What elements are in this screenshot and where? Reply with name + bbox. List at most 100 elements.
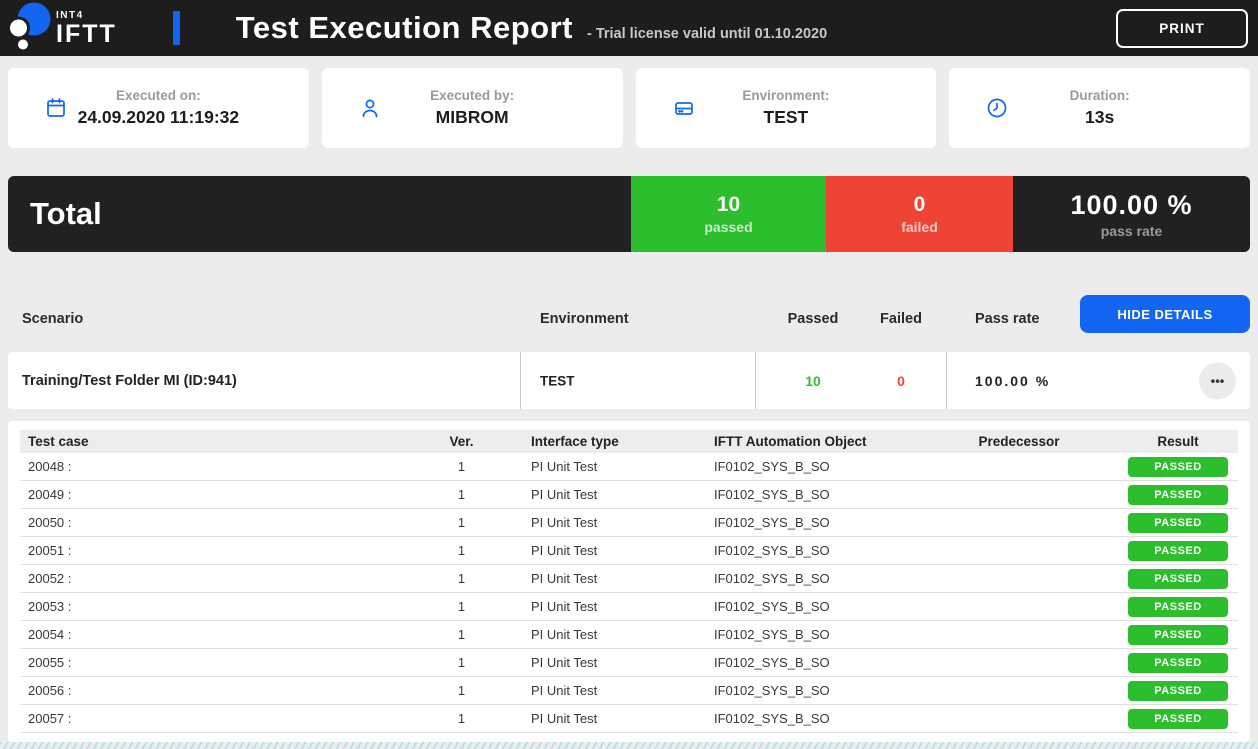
automation-object-cell: IF0102_SYS_B_SO (706, 683, 920, 698)
table-row[interactable]: 20056 : 1 PI Unit Test IF0102_SYS_B_SO P… (20, 677, 1238, 705)
result-column-header: Result (1118, 434, 1238, 449)
environment-card: Environment: TEST (636, 68, 937, 148)
table-row[interactable]: 20052 : 1 PI Unit Test IF0102_SYS_B_SO P… (20, 565, 1238, 593)
environment-column-label: Environment (540, 311, 629, 327)
result-badge: PASSED (1128, 485, 1227, 505)
ver-cell: 1 (420, 655, 503, 670)
total-failed-value: 0 (914, 193, 926, 217)
column-divider (520, 352, 521, 409)
server-icon (672, 96, 696, 120)
table-row[interactable]: 20050 : 1 PI Unit Test IF0102_SYS_B_SO P… (20, 509, 1238, 537)
int4-iftt-logo: INT4 IFTT (8, 1, 117, 56)
pass-rate-column-label: Pass rate (975, 311, 1040, 327)
ver-cell: 1 (420, 543, 503, 558)
test-case-cell: 20056 : (20, 683, 420, 698)
ver-cell: 1 (420, 599, 503, 614)
page-break-hatch (0, 742, 1258, 749)
table-row[interactable]: 20048 : 1 PI Unit Test IF0102_SYS_B_SO P… (20, 453, 1238, 481)
scenario-pass-rate: 100.00 % (975, 373, 1050, 389)
license-note: - Trial license valid until 01.10.2020 (587, 26, 827, 42)
clock-icon (985, 96, 1009, 120)
interface-type-cell: PI Unit Test (503, 599, 706, 614)
interface-type-cell: PI Unit Test (503, 711, 706, 726)
test-case-cell: 20048 : (20, 459, 420, 474)
table-row[interactable]: 20049 : 1 PI Unit Test IF0102_SYS_B_SO P… (20, 481, 1238, 509)
total-pass-rate-value: 100.00 % (1070, 190, 1192, 221)
duration-card: Duration: 13s (949, 68, 1250, 148)
passed-column-label: Passed (780, 311, 846, 327)
column-divider (755, 352, 756, 409)
ver-column-header: Ver. (420, 434, 503, 449)
interface-type-cell: PI Unit Test (503, 459, 706, 474)
interface-type-cell: PI Unit Test (503, 655, 706, 670)
test-case-cell: 20057 : (20, 711, 420, 726)
app-header: INT4 IFTT Test Execution Report - Trial … (0, 0, 1258, 56)
result-badge: PASSED (1128, 513, 1227, 533)
total-passed-segment: 10 passed (631, 176, 826, 252)
automation-object-cell: IF0102_SYS_B_SO (706, 655, 920, 670)
scenario-environment: TEST (540, 373, 575, 388)
total-pass-rate-label: pass rate (1101, 223, 1162, 239)
test-case-cell: 20050 : (20, 515, 420, 530)
failed-column-label: Failed (868, 311, 934, 327)
print-button[interactable]: PRINT (1116, 9, 1248, 48)
result-badge: PASSED (1128, 541, 1227, 561)
ver-cell: 1 (420, 459, 503, 474)
test-case-table: Test case Ver. Interface type IFTT Autom… (8, 421, 1250, 742)
calendar-icon (44, 96, 68, 120)
table-row[interactable]: 20054 : 1 PI Unit Test IF0102_SYS_B_SO P… (20, 621, 1238, 649)
result-badge: PASSED (1128, 681, 1227, 701)
table-row[interactable]: 20055 : 1 PI Unit Test IF0102_SYS_B_SO P… (20, 649, 1238, 677)
ver-cell: 1 (420, 683, 503, 698)
interface-type-cell: PI Unit Test (503, 515, 706, 530)
executed-by-card: Executed by: MIBROM (322, 68, 623, 148)
result-badge: PASSED (1128, 653, 1227, 673)
result-badge: PASSED (1128, 625, 1227, 645)
interface-type-column-header: Interface type (503, 434, 706, 449)
logo-bottom-text: IFTT (56, 22, 117, 47)
table-row[interactable]: 20051 : 1 PI Unit Test IF0102_SYS_B_SO P… (20, 537, 1238, 565)
test-case-cell: 20052 : (20, 571, 420, 586)
page-title: Test Execution Report (236, 10, 573, 46)
automation-object-cell: IF0102_SYS_B_SO (706, 543, 920, 558)
more-options-button[interactable]: ••• (1199, 362, 1236, 399)
ver-cell: 1 (420, 487, 503, 502)
header-accent-divider (173, 11, 180, 45)
total-failed-segment: 0 failed (826, 176, 1013, 252)
interface-type-cell: PI Unit Test (503, 683, 706, 698)
test-case-cell: 20053 : (20, 599, 420, 614)
scenario-row[interactable]: Training/Test Folder MI (ID:941) TEST 10… (8, 352, 1250, 409)
result-badge: PASSED (1128, 569, 1227, 589)
test-case-cell: 20049 : (20, 487, 420, 502)
predecessor-column-header: Predecessor (920, 434, 1118, 449)
automation-object-column-header: IFTT Automation Object (706, 434, 920, 449)
total-passed-label: passed (704, 219, 752, 235)
automation-object-cell: IF0102_SYS_B_SO (706, 515, 920, 530)
total-title: Total (8, 176, 631, 252)
total-failed-label: failed (901, 219, 938, 235)
table-row[interactable]: 20057 : 1 PI Unit Test IF0102_SYS_B_SO P… (20, 705, 1238, 733)
interface-type-cell: PI Unit Test (503, 571, 706, 586)
table-row[interactable]: 20053 : 1 PI Unit Test IF0102_SYS_B_SO P… (20, 593, 1238, 621)
interface-type-cell: PI Unit Test (503, 487, 706, 502)
result-badge: PASSED (1128, 457, 1227, 477)
total-pass-rate-segment: 100.00 % pass rate (1013, 176, 1250, 252)
scenario-name: Training/Test Folder MI (ID:941) (22, 373, 237, 389)
automation-object-cell: IF0102_SYS_B_SO (706, 459, 920, 474)
result-badge: PASSED (1128, 597, 1227, 617)
hide-details-button[interactable]: HIDE DETAILS (1080, 295, 1250, 333)
user-icon (358, 96, 382, 120)
test-table-header: Test case Ver. Interface type IFTT Autom… (20, 430, 1238, 453)
executed-on-card: Executed on: 24.09.2020 11:19:32 (8, 68, 309, 148)
column-divider (946, 352, 947, 409)
total-summary-bar: Total 10 passed 0 failed 100.00 % pass r… (8, 176, 1250, 252)
automation-object-cell: IF0102_SYS_B_SO (706, 487, 920, 502)
result-badge: PASSED (1128, 709, 1227, 729)
interface-type-cell: PI Unit Test (503, 543, 706, 558)
test-table-body: 20048 : 1 PI Unit Test IF0102_SYS_B_SO P… (20, 453, 1238, 733)
automation-object-cell: IF0102_SYS_B_SO (706, 599, 920, 614)
scenario-failed-count: 0 (868, 373, 934, 389)
total-passed-value: 10 (717, 193, 740, 217)
scenario-header-row: Scenario Environment Passed Failed Pass … (8, 293, 1250, 335)
ver-cell: 1 (420, 711, 503, 726)
